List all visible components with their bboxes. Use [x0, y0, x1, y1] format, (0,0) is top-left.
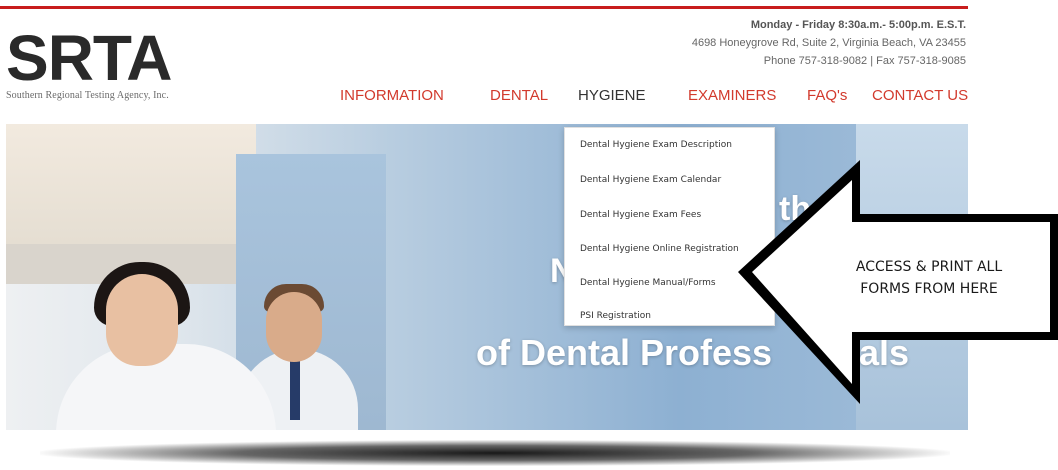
callout-line-1: ACCESS & PRINT ALL [855, 259, 1003, 275]
page: SRTA Southern Regional Testing Agency, I… [0, 0, 1058, 470]
callout-line-2: FORMS FROM HERE [860, 281, 998, 297]
left-arrow-icon [738, 160, 1058, 404]
banner-drop-shadow [40, 440, 950, 466]
callout-text: ACCESS & PRINT ALL FORMS FROM HERE [800, 256, 1058, 300]
